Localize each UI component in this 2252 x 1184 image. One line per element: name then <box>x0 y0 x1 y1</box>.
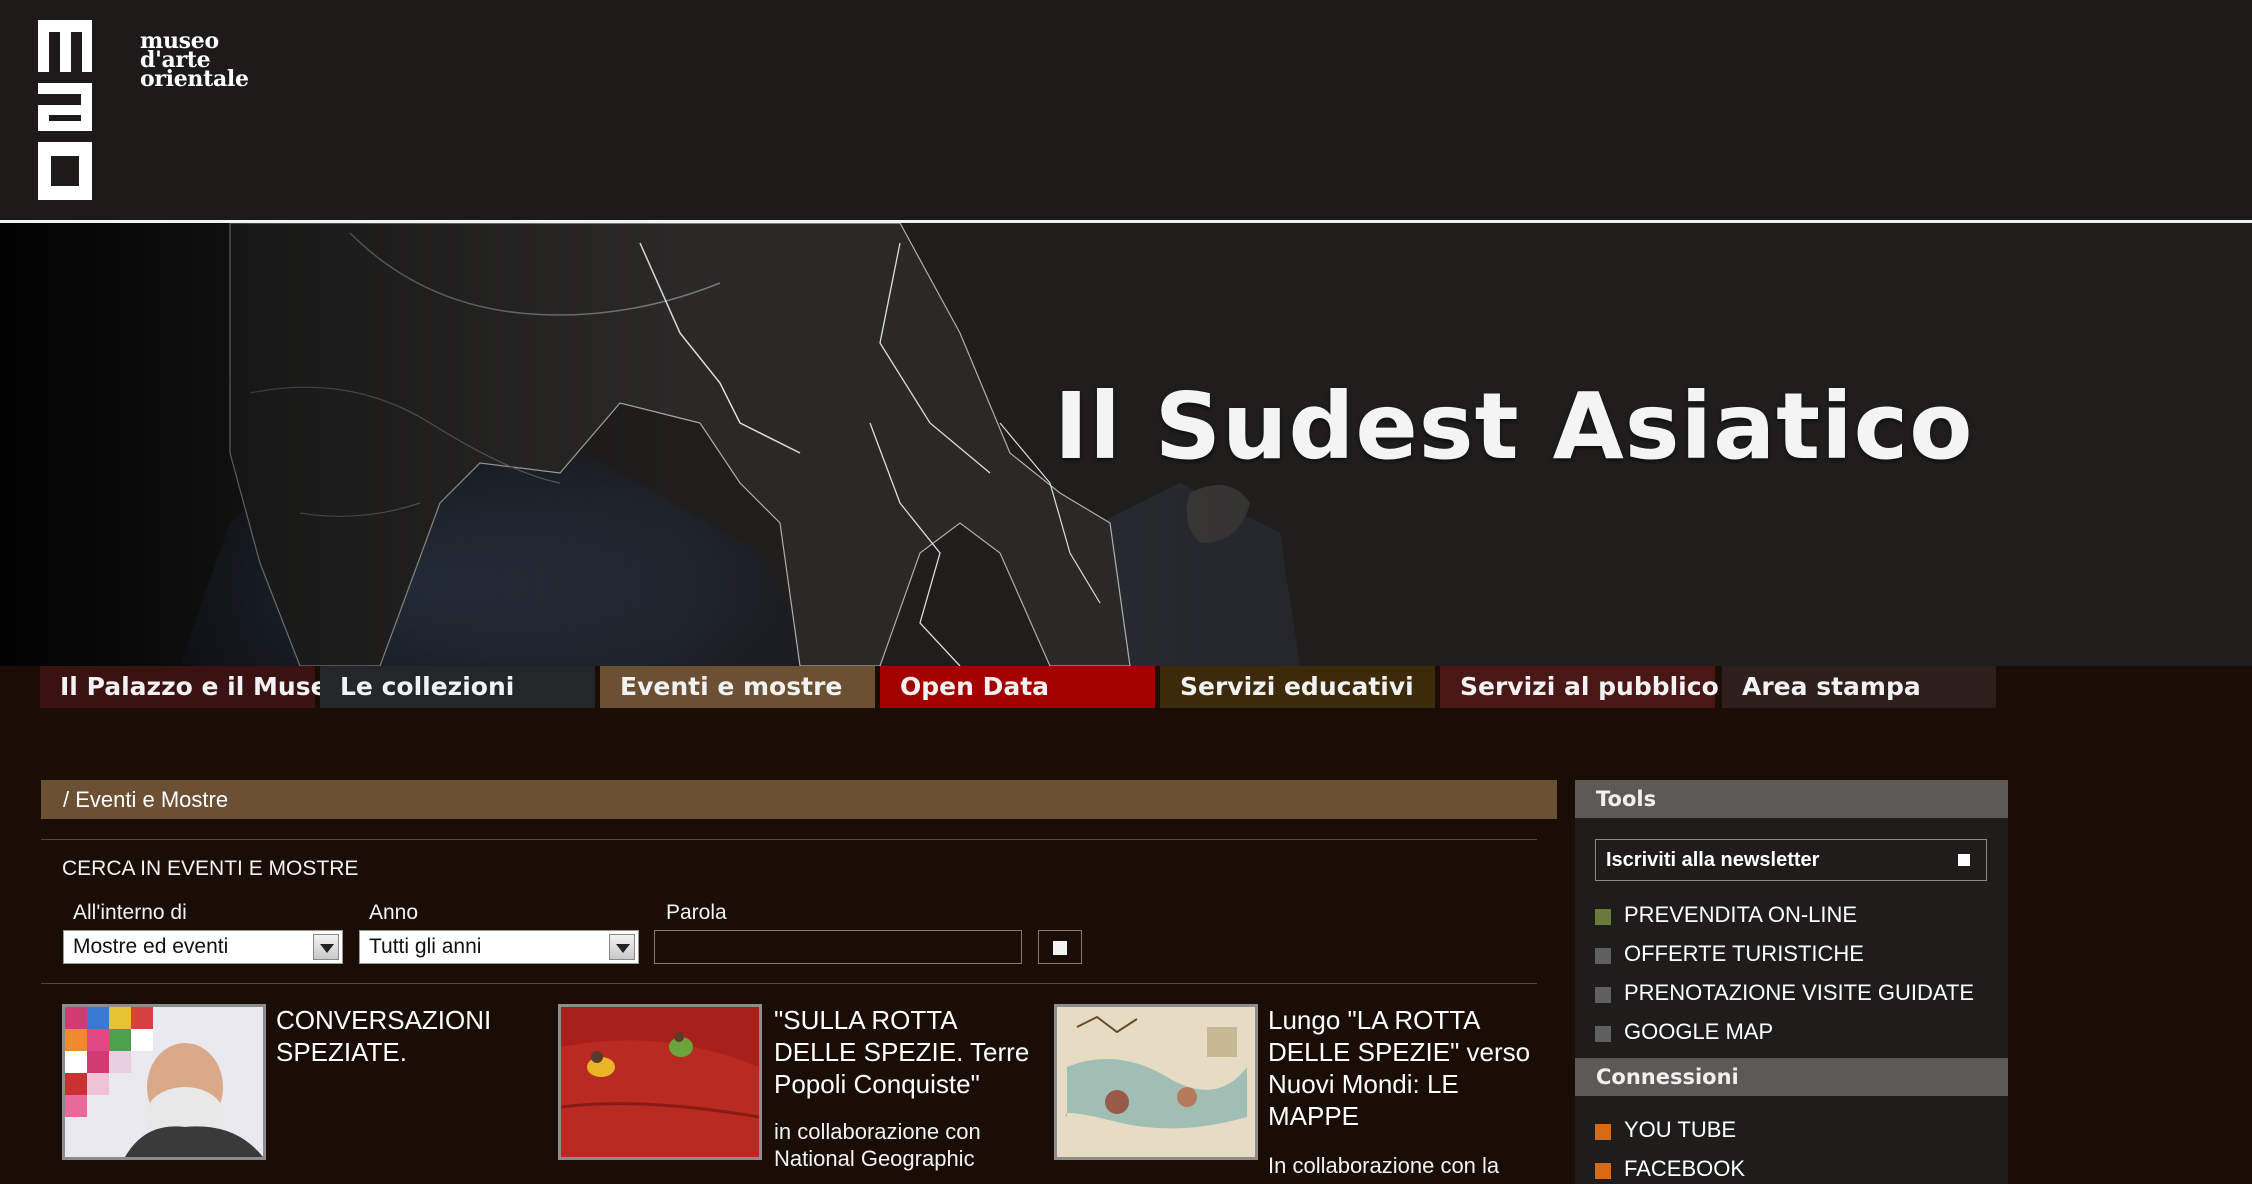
tool-link-label: OFFERTE TURISTICHE <box>1624 941 1864 966</box>
nav-eventi-mostre[interactable]: Eventi e mostre <box>600 666 875 708</box>
within-label: All'interno di <box>73 901 187 924</box>
within-select-value: Mostre ed eventi <box>73 935 229 958</box>
event-title[interactable]: Lungo "LA ROTTA DELLE SPEZIE" verso Nuov… <box>1268 1004 1538 1132</box>
chevron-down-icon[interactable] <box>313 934 339 960</box>
bullet-square-icon <box>1595 1026 1611 1042</box>
connections-header: Connessioni <box>1575 1058 2008 1096</box>
tool-link-label: PRENOTAZIONE VISITE GUIDATE <box>1624 980 1975 1005</box>
hero-banner: Il Sudest Asiatico <box>0 223 2252 666</box>
bullet-square-icon <box>1595 909 1611 925</box>
logo-text: museo d'arte orientale <box>140 30 249 92</box>
nav-label: Servizi educativi <box>1180 672 1414 701</box>
nav-label: Servizi al pubblico <box>1460 672 1719 701</box>
nav-collezioni[interactable]: Le collezioni <box>320 666 595 708</box>
nav-servizi-pubblico[interactable]: Servizi al pubblico <box>1440 666 1719 708</box>
connection-link-label: YOU TUBE <box>1624 1117 1737 1142</box>
nav-il-palazzo[interactable]: Il Palazzo e il Museo <box>40 666 345 708</box>
logo-line-3: orientale <box>140 66 249 92</box>
bullet-square-icon <box>1595 987 1611 1003</box>
event-thumbnail[interactable] <box>1054 1004 1258 1160</box>
chevron-down-icon[interactable] <box>609 934 635 960</box>
event-thumbnail[interactable] <box>62 1004 266 1160</box>
bullet-square-icon <box>1595 948 1611 964</box>
year-select-value: Tutti gli anni <box>369 935 482 958</box>
mao-logo-icon <box>38 20 92 200</box>
nav-label: Il Palazzo e il Museo <box>60 672 345 701</box>
event-title[interactable]: CONVERSAZIONI SPEZIATE. <box>276 1004 536 1068</box>
divider <box>41 839 1537 840</box>
newsletter-label: Iscriviti alla newsletter <box>1606 849 1820 871</box>
search-icon <box>1053 941 1067 955</box>
tools-header: Tools <box>1575 780 2008 818</box>
newsletter-button[interactable]: Iscriviti alla newsletter <box>1595 839 1987 881</box>
tool-link-label: PREVENDITA ON-LINE <box>1624 902 1858 927</box>
bullet-square-icon <box>1595 1163 1611 1179</box>
main-navigation: Il Palazzo e il Museo Le collezioni Even… <box>0 666 2252 708</box>
nav-label: Area stampa <box>1742 672 1921 701</box>
nav-open-data[interactable]: Open Data <box>880 666 1155 708</box>
connection-link-label: FACEBOOK <box>1624 1156 1746 1181</box>
nav-label: Eventi e mostre <box>620 672 843 701</box>
word-input[interactable] <box>654 930 1022 964</box>
search-title: CERCA IN EVENTI E MOSTRE <box>62 857 359 880</box>
event-title[interactable]: "SULLA ROTTA DELLE SPEZIE. Terre Popoli … <box>774 1004 1044 1100</box>
nav-label: Open Data <box>900 672 1050 701</box>
nav-label: Le collezioni <box>340 672 515 701</box>
banner-title: Il Sudest Asiatico <box>1054 373 1974 480</box>
event-thumbnail[interactable] <box>558 1004 762 1160</box>
breadcrumb: / Eventi e Mostre <box>41 780 1557 819</box>
year-select[interactable]: Tutti gli anni <box>359 930 639 964</box>
mao-logo[interactable]: museo d'arte orientale <box>38 20 249 202</box>
word-label: Parola <box>666 901 727 924</box>
square-icon <box>1958 854 1970 866</box>
nav-servizi-educativi[interactable]: Servizi educativi <box>1160 666 1435 708</box>
year-label: Anno <box>369 901 419 924</box>
event-description: In collaborazione con la <box>1268 1153 1500 1178</box>
events-panel: / Eventi e Mostre CERCA IN EVENTI E MOST… <box>41 780 1557 1184</box>
tool-link-label: GOOGLE MAP <box>1624 1019 1774 1044</box>
site-header: museo d'arte orientale <box>0 0 2252 223</box>
within-select[interactable]: Mostre ed eventi <box>63 930 343 964</box>
divider <box>41 983 1537 984</box>
event-description: in collaborazione con National Geographi… <box>774 1119 981 1171</box>
bullet-square-icon <box>1595 1124 1611 1140</box>
nav-area-stampa[interactable]: Area stampa <box>1722 666 1996 708</box>
search-button[interactable] <box>1038 930 1082 964</box>
sidebar: Tools Iscriviti alla newsletter PREVENDI… <box>1575 780 2008 1184</box>
